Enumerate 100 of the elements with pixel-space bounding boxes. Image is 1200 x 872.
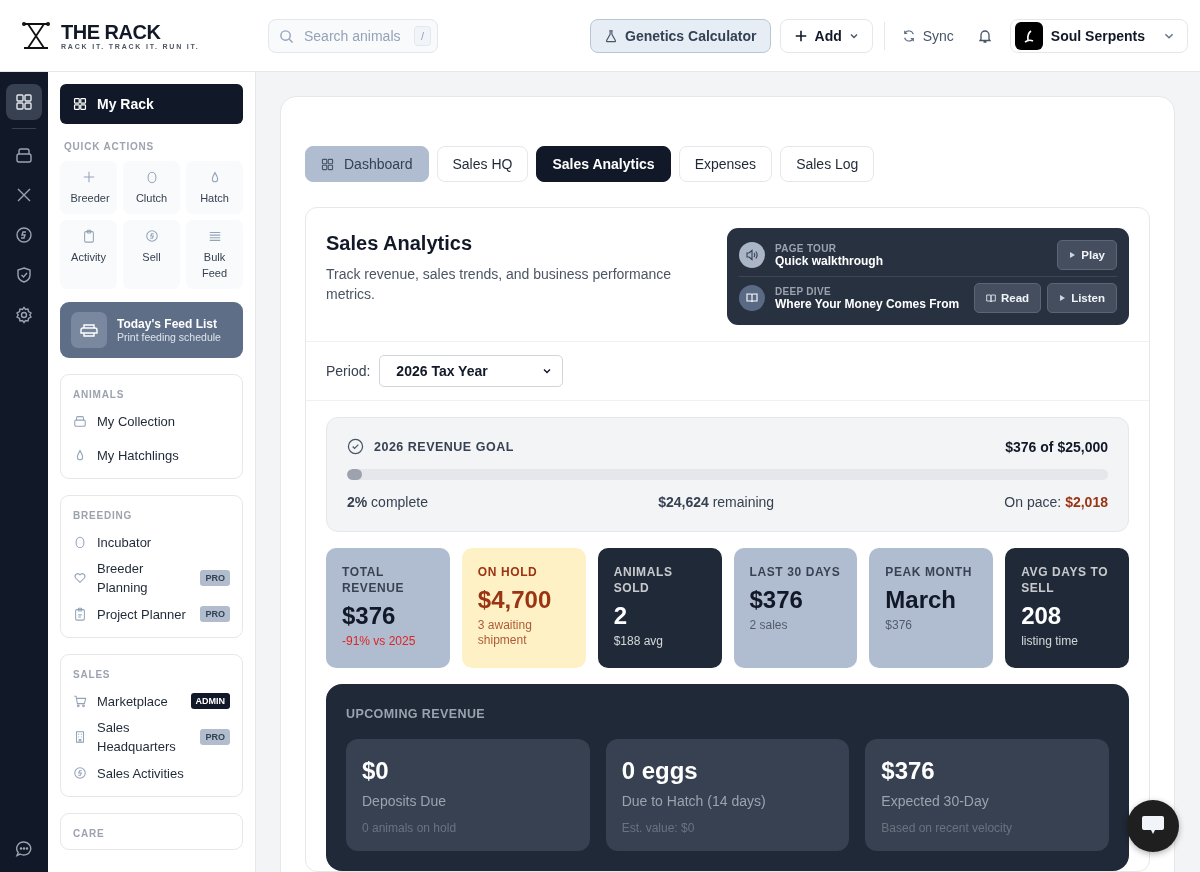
egg-icon <box>73 535 87 549</box>
stat-value: March <box>885 586 957 614</box>
cart-icon <box>73 694 87 708</box>
revenue-label: Due to Hatch (14 days) <box>621 793 767 809</box>
stat-value: $376 <box>749 586 804 614</box>
stat-label: ANIMALS SOLD <box>613 564 674 596</box>
plan-badge: ADMIN <box>190 693 230 709</box>
stat-note: 3 awaiting shipment <box>477 618 533 648</box>
feed-list-button[interactable]: Today's Feed List Print feeding schedule <box>60 302 243 358</box>
add-button[interactable]: Add <box>779 18 873 53</box>
printer-icon <box>71 312 107 348</box>
tour-eyebrow: PAGE TOUR <box>775 242 838 254</box>
nav-item[interactable]: My Collection <box>73 404 230 438</box>
goal-title: 2026 REVENUE GOAL <box>374 439 514 454</box>
section-heading: CARE <box>73 828 106 839</box>
section-heading: UPCOMING REVENUE <box>346 707 486 721</box>
plan-badge: PRO <box>200 570 230 586</box>
revenue-label: Expected 30-Day <box>881 793 990 809</box>
quick-action-button[interactable]: Clutch <box>123 161 180 214</box>
play-icon <box>1059 294 1067 302</box>
stat-note: -91% vs 2025 <box>342 634 417 649</box>
chat-icon[interactable] <box>15 840 33 858</box>
grid-icon[interactable] <box>6 84 42 120</box>
stat-label: TOTAL REVENUE <box>342 564 406 596</box>
book-icon <box>986 293 996 303</box>
read-button[interactable]: Read <box>974 283 1042 313</box>
tab[interactable]: Expenses <box>678 146 773 182</box>
brand-name: THE RACK <box>61 21 162 43</box>
quick-action-button[interactable]: Sell <box>123 220 180 289</box>
period-label: Period: <box>326 363 371 379</box>
search-icon <box>279 28 294 44</box>
calculator-button[interactable]: Genetics Calculator <box>590 18 771 53</box>
stat-note: 2 sales <box>749 618 789 633</box>
clipboard-icon <box>73 607 87 621</box>
list-icon <box>207 229 222 243</box>
refresh-icon <box>901 28 916 43</box>
tab[interactable]: Dashboard <box>305 146 429 182</box>
nav-item[interactable]: Breeder Planning PRO <box>73 559 230 597</box>
play-button[interactable]: Play <box>1057 240 1117 270</box>
box-icon <box>73 414 87 428</box>
speaker-icon <box>739 242 765 268</box>
revenue-value: $376 <box>881 757 936 785</box>
tab[interactable]: Sales Analytics <box>536 146 671 182</box>
stat-label: ON HOLD <box>477 564 539 580</box>
stat-note: $188 avg <box>613 634 665 649</box>
stat-value: $376 <box>342 602 397 630</box>
check-circle-icon <box>347 438 364 455</box>
tab[interactable]: Sales Log <box>780 146 875 182</box>
my-rack-button[interactable]: My Rack <box>60 84 243 124</box>
quick-action-button[interactable]: Hatch <box>186 161 243 214</box>
nav-item[interactable]: Sales Activities <box>73 756 230 790</box>
stat-value: 2 <box>613 602 628 630</box>
quick-action-button[interactable]: Breeder <box>60 161 117 214</box>
plus-icon <box>81 170 96 184</box>
period-select[interactable]: 2026 Tax Year <box>379 355 564 387</box>
stat-label: PEAK MONTH <box>885 564 973 580</box>
dollar-icon <box>144 229 159 243</box>
plan-badge: PRO <box>200 606 230 622</box>
avatar-icon <box>1014 21 1043 50</box>
stat-value: 208 <box>1021 602 1063 630</box>
revenue-value: $0 <box>362 757 390 785</box>
tour-eyebrow: DEEP DIVE <box>775 285 832 297</box>
logo-icon <box>21 20 51 51</box>
building-icon <box>73 730 87 744</box>
section-heading: SALES <box>73 669 112 680</box>
goal-remaining: $24,624 remaining <box>658 494 775 510</box>
bell-icon[interactable] <box>976 27 993 44</box>
chevron-icon <box>542 366 553 376</box>
section-heading: QUICK ACTIONS <box>64 141 156 152</box>
stat-note: $376 <box>885 618 914 633</box>
grid-icon <box>73 97 87 111</box>
heart-icon <box>73 571 87 585</box>
nav-item[interactable]: Incubator <box>73 525 230 559</box>
sync-button[interactable]: Sync <box>895 18 960 53</box>
page-title: Sales Analytics <box>326 232 473 255</box>
page-description: Track revenue, sales trends, and business performance metrics. <box>326 265 672 304</box>
quick-action-button[interactable]: Bulk Feed <box>186 220 243 289</box>
nav-item[interactable]: My Hatchlings <box>73 438 230 472</box>
nav-item[interactable]: Sales Headquarters PRO <box>73 718 230 756</box>
nav-item[interactable]: Marketplace ADMIN <box>73 684 230 718</box>
account-button[interactable]: Soul Serpents <box>1009 18 1188 53</box>
plan-badge: PRO <box>200 729 230 745</box>
stat-label: AVG DAYS TO SELL <box>1021 564 1110 596</box>
clipboard-icon <box>81 229 96 243</box>
stat-value: $4,700 <box>477 586 553 614</box>
play-button[interactable]: Listen <box>1047 283 1117 313</box>
revenue-label: Deposits Due <box>362 793 448 809</box>
nav-item[interactable]: Project Planner PRO <box>73 597 230 631</box>
goal-summary: $376 of $25,000 <box>1005 438 1108 455</box>
pace-label: On pace: <box>1004 494 1062 510</box>
play-icon <box>1069 251 1077 259</box>
quick-action-button[interactable]: Activity <box>60 220 117 289</box>
book-icon <box>739 285 765 311</box>
revenue-value: 0 eggs <box>621 757 699 785</box>
tab[interactable]: Sales HQ <box>436 146 529 182</box>
tour-title: Quick walkthrough <box>775 253 884 268</box>
egg-icon <box>144 170 159 184</box>
section-heading: BREEDING <box>73 510 134 521</box>
stat-note: listing time <box>1021 634 1079 649</box>
section-heading: ANIMALS <box>73 389 126 400</box>
